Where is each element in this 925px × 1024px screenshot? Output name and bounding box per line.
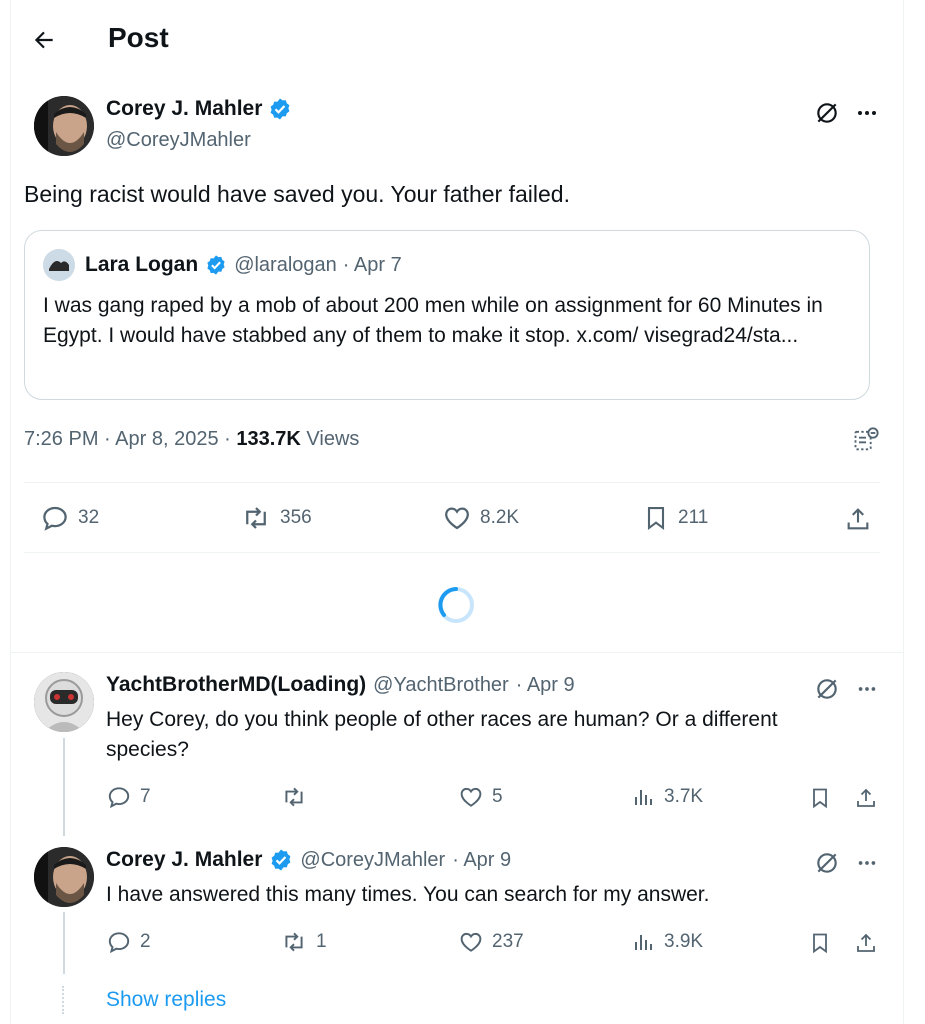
like-count: 8.2K [480,507,520,528]
bookmark-icon[interactable] [806,929,834,957]
views-count: 3.7K [664,786,704,807]
like-count: 5 [492,786,503,807]
views-button[interactable]: 3.7K [632,784,703,810]
post-timestamp[interactable]: 7:26 PM · Apr 8, 2025 · 133.7K Views [24,428,359,451]
avatar[interactable] [34,96,94,156]
more-icon[interactable] [852,98,882,128]
repost-button[interactable]: 356 [240,503,312,533]
avatar[interactable] [34,672,94,732]
show-replies-link[interactable]: Show replies [106,988,226,1012]
repost-count: 1 [316,931,327,952]
post-time: 7:26 PM · Apr 8, 2025 · [24,428,237,450]
repost-icon [280,784,308,810]
views-button[interactable]: 3.9K [632,929,703,955]
grok-icon[interactable] [812,674,842,704]
reply-author-name[interactable]: Corey J. Mahler [106,848,262,872]
author-handle[interactable]: @CoreyJMahler [106,129,251,152]
grok-icon[interactable] [812,848,842,878]
views-icon [632,929,656,955]
reply-icon [106,784,132,810]
quote-author-name: Lara Logan [85,253,199,276]
more-icon[interactable] [852,848,882,878]
quoted-post[interactable]: Lara Logan @laralogan · Apr 7 I was gang… [24,230,870,400]
divider [24,482,880,483]
share-icon[interactable] [842,503,874,535]
bookmark-button[interactable]: 211 [642,503,708,533]
view-count: 133.7K [236,428,301,450]
thread-line [63,738,65,836]
thread-dots [62,986,66,1014]
quote-text: I was gang raped by a mob of about 200 m… [43,294,823,347]
bookmark-icon [642,503,670,533]
quote-avatar [43,249,75,281]
reply-button[interactable]: 2 [106,929,151,955]
divider [10,652,904,653]
bookmark-icon[interactable] [806,784,834,812]
like-icon [458,929,484,955]
back-arrow-icon[interactable] [24,20,64,60]
views-count: 3.9K [664,931,704,952]
reply-icon [40,503,70,533]
avatar[interactable] [34,847,94,907]
repost-count: 356 [280,507,312,528]
verified-icon [204,253,228,277]
thread-line [63,912,65,974]
reply-date[interactable]: · Apr 9 [452,849,511,872]
views-icon [632,784,656,810]
share-icon[interactable] [852,929,880,957]
views-label: Views [300,428,360,450]
reply-date[interactable]: · Apr 9 [516,674,575,697]
reply-text: Hey Corey, do you think people of other … [106,708,778,761]
page-title: Post [108,22,169,53]
reply-text: I have answered this many times. You can… [106,883,710,906]
reply-author-handle[interactable]: @CoreyJMahler [300,849,445,872]
like-button[interactable]: 237 [458,929,524,955]
reply-count: 32 [78,507,100,528]
bookmark-count: 211 [678,507,709,528]
reply-button[interactable]: 32 [40,503,99,533]
reply-count: 7 [140,786,151,807]
loading-spinner-icon [436,585,476,625]
post-text: Being racist would have saved you. Your … [24,181,570,207]
repost-button[interactable]: 1 [280,929,327,955]
quote-author-handle: @laralogan [234,253,337,276]
analytics-icon[interactable] [850,424,882,456]
share-icon[interactable] [852,784,880,812]
reply-author-name[interactable]: YachtBrotherMD(Loading) [106,673,366,697]
like-button[interactable]: 5 [458,784,503,810]
like-count: 237 [492,931,524,952]
reply-icon [106,929,132,955]
repost-icon [240,503,272,533]
verified-icon [268,97,292,121]
reply-author-handle[interactable]: @YachtBrother [373,674,509,697]
divider [24,552,880,553]
verified-icon [269,848,293,872]
like-icon [458,784,484,810]
reply-button[interactable]: 7 [106,784,151,810]
author-name[interactable]: Corey J. Mahler [106,97,262,121]
like-button[interactable]: 8.2K [442,503,519,533]
repost-button[interactable] [280,784,316,810]
grok-icon[interactable] [812,98,842,128]
more-icon[interactable] [852,674,882,704]
quote-date: · Apr 7 [342,253,402,276]
like-icon [442,503,472,533]
reply-count: 2 [140,931,151,952]
repost-icon [280,929,308,955]
